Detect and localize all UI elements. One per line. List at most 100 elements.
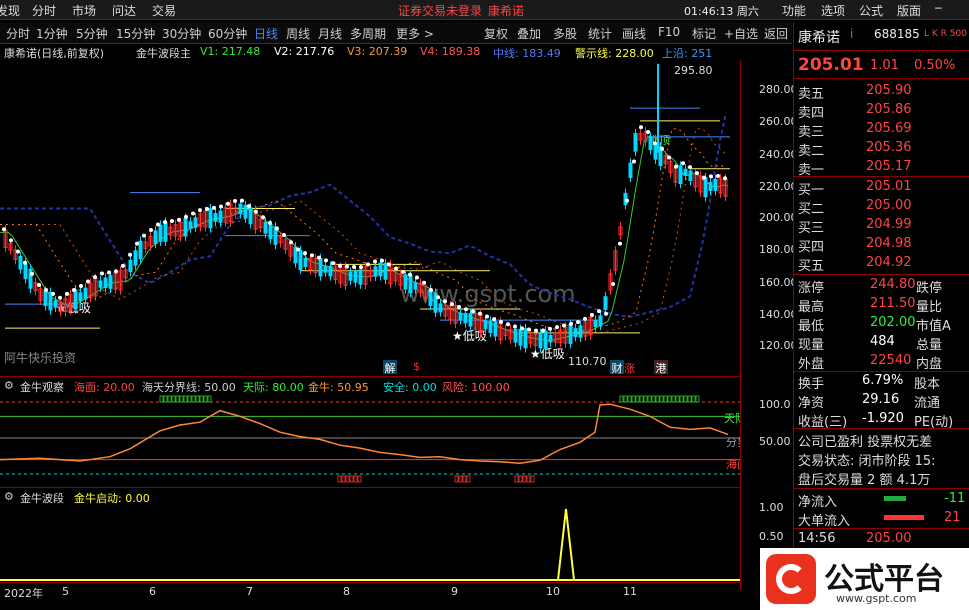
trend-dot — [492, 317, 496, 322]
tool-adjust[interactable]: 复权 — [484, 25, 508, 42]
x-tick: 10 — [546, 585, 560, 598]
tool-draw[interactable]: 画线 — [622, 25, 646, 42]
trend-dot — [58, 295, 62, 300]
trend-dot — [366, 262, 370, 267]
trend-dot — [513, 324, 517, 329]
candle-body — [568, 323, 573, 344]
tool-add-watch[interactable]: +自选 — [724, 25, 758, 42]
legend-indicator[interactable]: 金牛波段主 — [136, 45, 191, 61]
signal-block — [175, 395, 180, 403]
signal-block — [462, 475, 467, 483]
trend-dot — [65, 291, 69, 296]
menu-function[interactable]: 功能 — [782, 2, 806, 19]
menu-trade[interactable]: 交易 — [152, 2, 176, 19]
menu-options[interactable]: 选项 — [821, 2, 845, 19]
menu-discover[interactable]: 发现 — [0, 2, 20, 19]
y-tick: 260.00 — [759, 115, 798, 128]
trend-dot — [695, 171, 699, 176]
settings-icon[interactable]: ⚙ — [4, 490, 14, 503]
tool-overlay[interactable]: 叠加 — [517, 25, 541, 42]
signal-block — [454, 475, 459, 483]
stat-row: 收益(三) -1.920 PE(动) — [794, 410, 969, 430]
signal-block — [191, 395, 196, 403]
menu-market[interactable]: 市场 — [72, 2, 96, 19]
sub1-y-tick: 100.0 — [759, 398, 791, 411]
x-tick: 6 — [149, 585, 156, 598]
trend-dot — [597, 309, 601, 314]
tab-monthly[interactable]: 月线 — [318, 25, 342, 42]
ask-label: 卖二 — [798, 144, 825, 159]
badge-rise[interactable]: 涨 — [624, 360, 638, 375]
tab-30min[interactable]: 30分钟 — [162, 25, 201, 42]
badge-hk[interactable]: 港 — [654, 360, 668, 375]
bid-row: 买三 204.99 — [794, 216, 969, 236]
tab-60min[interactable]: 60分钟 — [208, 25, 247, 42]
tool-f10[interactable]: F10 — [658, 25, 680, 39]
tool-back[interactable]: 返回 — [764, 25, 788, 42]
trend-dot — [37, 283, 41, 288]
tool-multistock[interactable]: 多股 — [553, 25, 577, 42]
tool-mark[interactable]: 标记 — [692, 25, 716, 42]
ask-label: 卖五 — [798, 87, 825, 102]
trend-dot — [660, 146, 664, 151]
tool-stats[interactable]: 统计 — [588, 25, 612, 42]
candlestick-chart[interactable]: www.gspt.com 阿牛快乐投资 295.80 110.70 ★低吸 ★低… — [0, 60, 740, 365]
stat-label: 涨停 — [798, 281, 825, 296]
stat-label2: 流通 — [914, 396, 941, 411]
trend-dot — [107, 270, 111, 275]
candle-body — [153, 230, 158, 245]
tab-1min[interactable]: 1分钟 — [36, 25, 68, 42]
menu-layout[interactable]: 版面 — [897, 2, 921, 19]
legend-title: 康希诺(日线,前复权) — [4, 47, 105, 60]
signal-block — [179, 395, 184, 403]
trend-dot — [219, 204, 223, 209]
legend-v1: V1: 217.48 — [200, 45, 261, 58]
stat-row: 换手 6.79% 股本 — [794, 372, 969, 392]
jinniu-band-chart[interactable] — [0, 503, 740, 583]
candle-body — [163, 221, 168, 242]
ask-price: 205.86 — [866, 102, 912, 117]
tab-weekly[interactable]: 周线 — [286, 25, 310, 42]
tab-15min[interactable]: 15分钟 — [116, 25, 155, 42]
signal-block — [345, 475, 350, 483]
tab-daily[interactable]: 日线 — [254, 25, 278, 42]
minimize-icon[interactable]: ─ — [935, 2, 942, 15]
signal-block — [183, 395, 188, 403]
trend-dot — [555, 325, 559, 330]
main-legend: 康希诺(日线,前复权) 金牛波段主 V1: 217.48 V2: 217.76 … — [0, 44, 740, 60]
tick-time: 14:56 — [798, 531, 836, 546]
badge-unlock[interactable]: 解 — [383, 360, 397, 375]
tab-multiperiod[interactable]: 多周期 — [350, 25, 386, 42]
trend-dot — [198, 208, 202, 213]
tab-5min[interactable]: 5分钟 — [76, 25, 108, 42]
signal-block — [655, 395, 660, 403]
ask-price: 205.90 — [866, 83, 912, 98]
tab-more[interactable]: 更多 > — [396, 25, 434, 42]
badge-dollar[interactable]: $ — [413, 360, 425, 374]
trend-dot — [611, 281, 615, 286]
candle-body — [493, 321, 498, 337]
candle-body — [703, 177, 708, 198]
jinniu-observe-chart[interactable]: 天际 分界 海面 — [0, 392, 740, 486]
signal-block — [659, 395, 664, 403]
menu-timeshare[interactable]: 分时 — [32, 2, 56, 19]
y-tick: 220.00 — [759, 180, 798, 193]
info-icon[interactable]: i — [850, 27, 853, 41]
candle-body — [183, 218, 188, 237]
candle-body — [468, 312, 473, 327]
candle-body — [438, 303, 443, 313]
bid-price: 204.99 — [866, 217, 912, 232]
signal-block — [663, 395, 668, 403]
badge-finance[interactable]: 财 — [610, 360, 624, 375]
trend-dot — [534, 328, 538, 333]
settings-icon[interactable]: ⚙ — [4, 379, 14, 392]
login-notice[interactable]: 证券交易未登录 — [398, 2, 482, 19]
quote-name[interactable]: 康希诺 — [798, 27, 840, 47]
menu-wenda[interactable]: 问达 — [112, 2, 136, 19]
trend-dot — [289, 240, 293, 245]
tab-timeshare[interactable]: 分时 — [6, 25, 30, 42]
ask-row: 卖三 205.69 — [794, 120, 969, 140]
sub1-legend: ⚙ 金牛观察 海面: 20.00 海天分界线: 50.00 天际: 80.00 … — [0, 376, 740, 394]
candle-body — [708, 182, 713, 192]
menu-formula[interactable]: 公式 — [859, 2, 883, 19]
